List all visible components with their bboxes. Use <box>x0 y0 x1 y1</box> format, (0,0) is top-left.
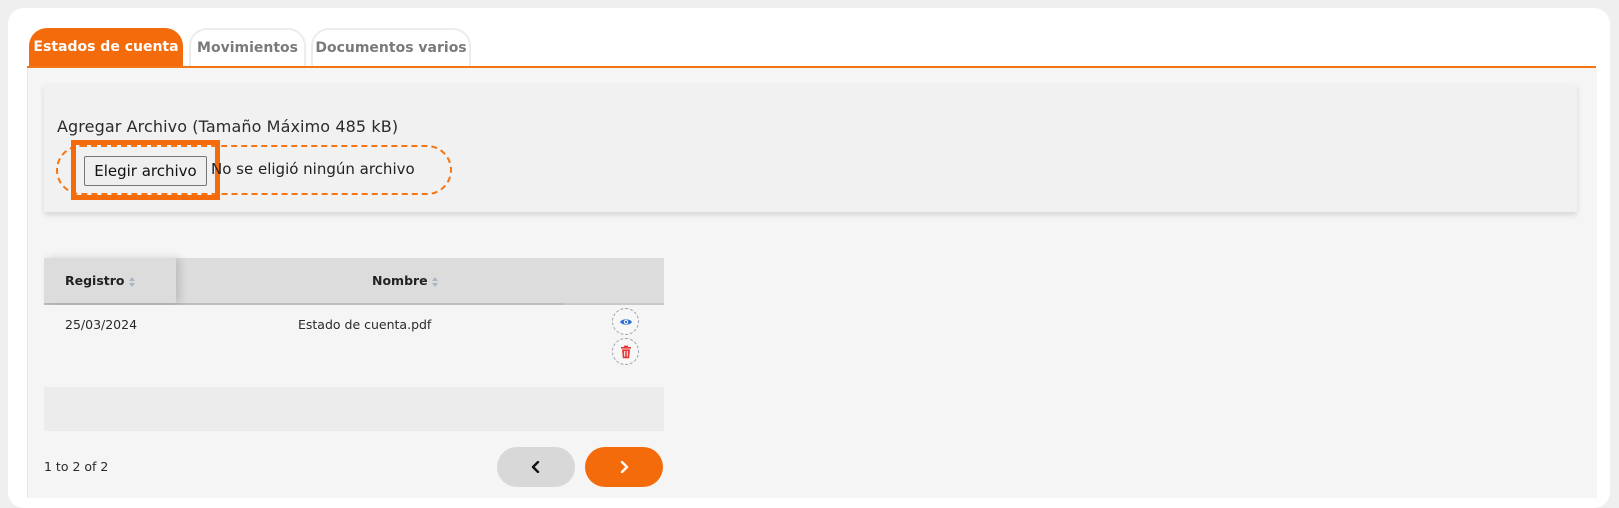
cell-registro: 25/03/2024 <box>65 317 138 332</box>
chevron-right-icon <box>620 461 629 473</box>
sort-icon <box>128 276 136 287</box>
view-button[interactable] <box>612 308 639 335</box>
chevron-left-icon <box>531 461 540 473</box>
sort-icon <box>431 276 439 287</box>
tab-movimientos[interactable]: Movimientos <box>189 28 306 66</box>
table-row: 25/03/2024 Estado de cuenta.pdf <box>44 305 664 387</box>
pagination-summary: 1 to 2 of 2 <box>44 459 109 474</box>
upload-label: Agregar Archivo (Tamaño Máximo 485 kB) <box>57 117 399 136</box>
previous-page-button[interactable] <box>497 447 575 487</box>
choose-file-button[interactable]: Elegir archivo <box>84 156 207 186</box>
eye-icon <box>620 319 632 325</box>
tab-estados-de-cuenta[interactable]: Estados de cuenta <box>29 28 183 66</box>
cell-nombre: Estado de cuenta.pdf <box>298 317 432 332</box>
tab-bar: Estados de cuenta Movimientos Documentos… <box>27 26 1596 68</box>
table-row-empty <box>44 387 664 431</box>
column-header-label: Nombre <box>372 273 428 288</box>
table-header: Registro Nombre <box>44 258 664 305</box>
tab-documentos-varios[interactable]: Documentos varios <box>311 28 471 66</box>
column-header-label: Registro <box>65 273 125 288</box>
file-status-text: No se eligió ningún archivo <box>211 160 415 178</box>
column-header-nombre[interactable]: Nombre <box>200 258 664 303</box>
trash-icon <box>621 345 631 359</box>
column-header-registro[interactable]: Registro <box>44 258 176 303</box>
delete-button[interactable] <box>612 338 639 365</box>
next-page-button[interactable] <box>585 447 663 487</box>
